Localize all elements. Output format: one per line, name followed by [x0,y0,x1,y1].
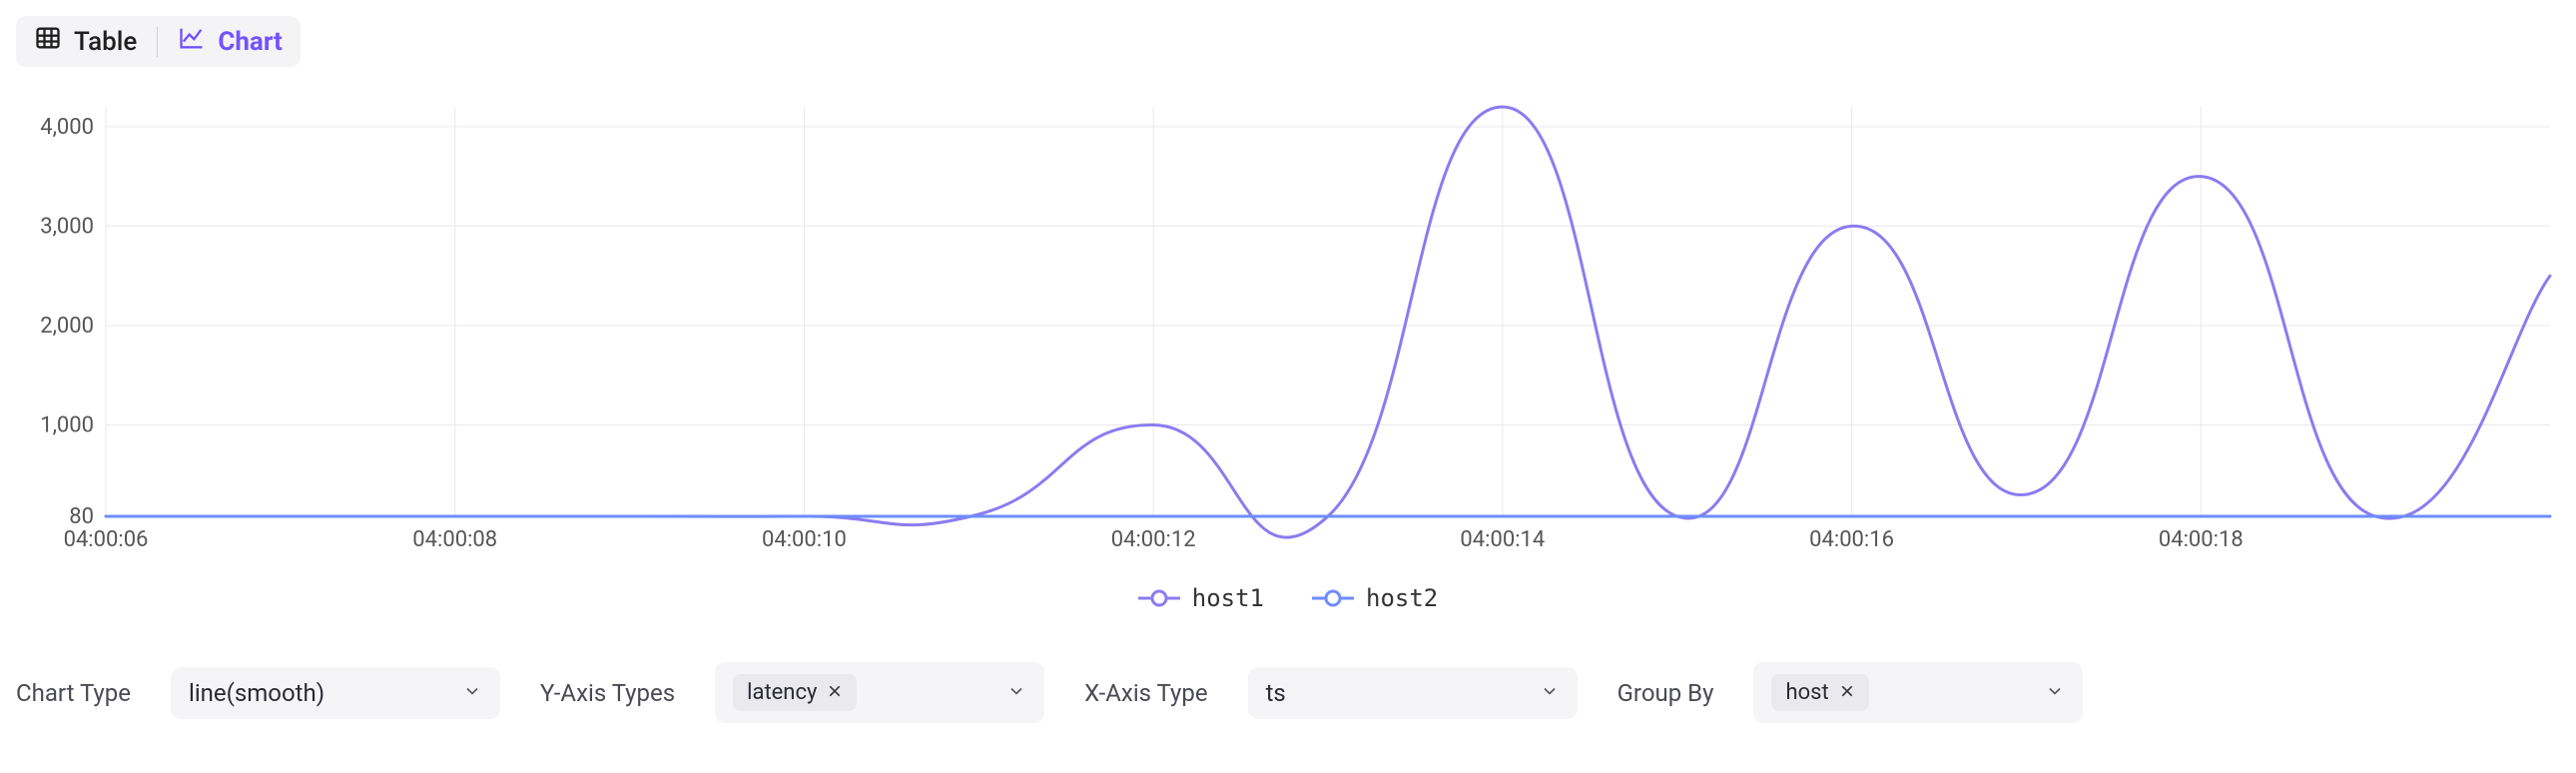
svg-text:3,000: 3,000 [40,214,94,239]
svg-text:04:00:08: 04:00:08 [412,527,497,552]
svg-text:1,000: 1,000 [40,412,94,437]
svg-text:04:00:06: 04:00:06 [64,527,149,552]
line-chart-icon [178,24,206,59]
group-by-label: Group By [1617,679,1714,707]
legend-marker-icon [1312,588,1354,608]
chevron-down-icon [1540,679,1560,707]
svg-text:80: 80 [69,504,94,529]
legend-label: host1 [1192,584,1264,612]
svg-text:04:00:16: 04:00:16 [1809,527,1894,552]
y-axis-type-pill[interactable]: latency [733,674,857,711]
y-axis-types-label: Y-Axis Types [540,679,675,707]
chevron-down-icon [462,679,482,707]
table-icon [34,24,62,59]
legend-item-host2[interactable]: host2 [1312,584,1438,612]
group-by-pill-label: host [1785,680,1828,705]
chart-area: 80 1,000 2,000 3,000 4,000 04:00:06 04:00:08 04… [16,97,2560,566]
close-icon[interactable] [827,680,843,705]
x-axis-type-select[interactable]: ts [1248,667,1578,719]
chart-controls: Chart Type line(smooth) Y-Axis Types lat… [16,662,2560,723]
legend-item-host1[interactable]: host1 [1138,584,1264,612]
svg-text:2,000: 2,000 [40,314,94,339]
chart-type-select[interactable]: line(smooth) [171,667,500,719]
view-switch-divider [157,27,158,57]
group-by-pill[interactable]: host [1771,674,1868,711]
y-axis-types-select[interactable]: latency [715,662,1044,723]
svg-text:04:00:12: 04:00:12 [1111,527,1196,552]
svg-text:4,000: 4,000 [40,115,94,140]
chevron-down-icon [1006,679,1026,707]
close-icon[interactable] [1839,680,1855,705]
svg-text:04:00:18: 04:00:18 [2159,527,2244,552]
svg-text:04:00:14: 04:00:14 [1460,527,1545,552]
group-by-select[interactable]: host [1753,662,2083,723]
view-switch: Table Chart [16,16,301,67]
chart-type-value: line(smooth) [189,679,324,707]
x-axis-type-label: X-Axis Type [1084,679,1207,707]
legend-marker-icon [1138,588,1180,608]
view-table-label: Table [74,27,137,57]
legend: host1 host2 [16,584,2560,612]
legend-label: host2 [1366,584,1438,612]
view-chart-tab[interactable]: Chart [178,24,282,59]
y-axis-type-pill-label: latency [747,680,817,705]
chart-svg[interactable]: 80 1,000 2,000 3,000 4,000 04:00:06 04:00:08 04… [16,97,2560,566]
view-chart-label: Chart [218,27,282,57]
view-table-tab[interactable]: Table [34,24,137,59]
chevron-down-icon [2045,679,2065,707]
chart-type-label: Chart Type [16,679,131,707]
x-axis-type-value: ts [1266,679,1286,707]
svg-text:04:00:10: 04:00:10 [762,527,847,552]
